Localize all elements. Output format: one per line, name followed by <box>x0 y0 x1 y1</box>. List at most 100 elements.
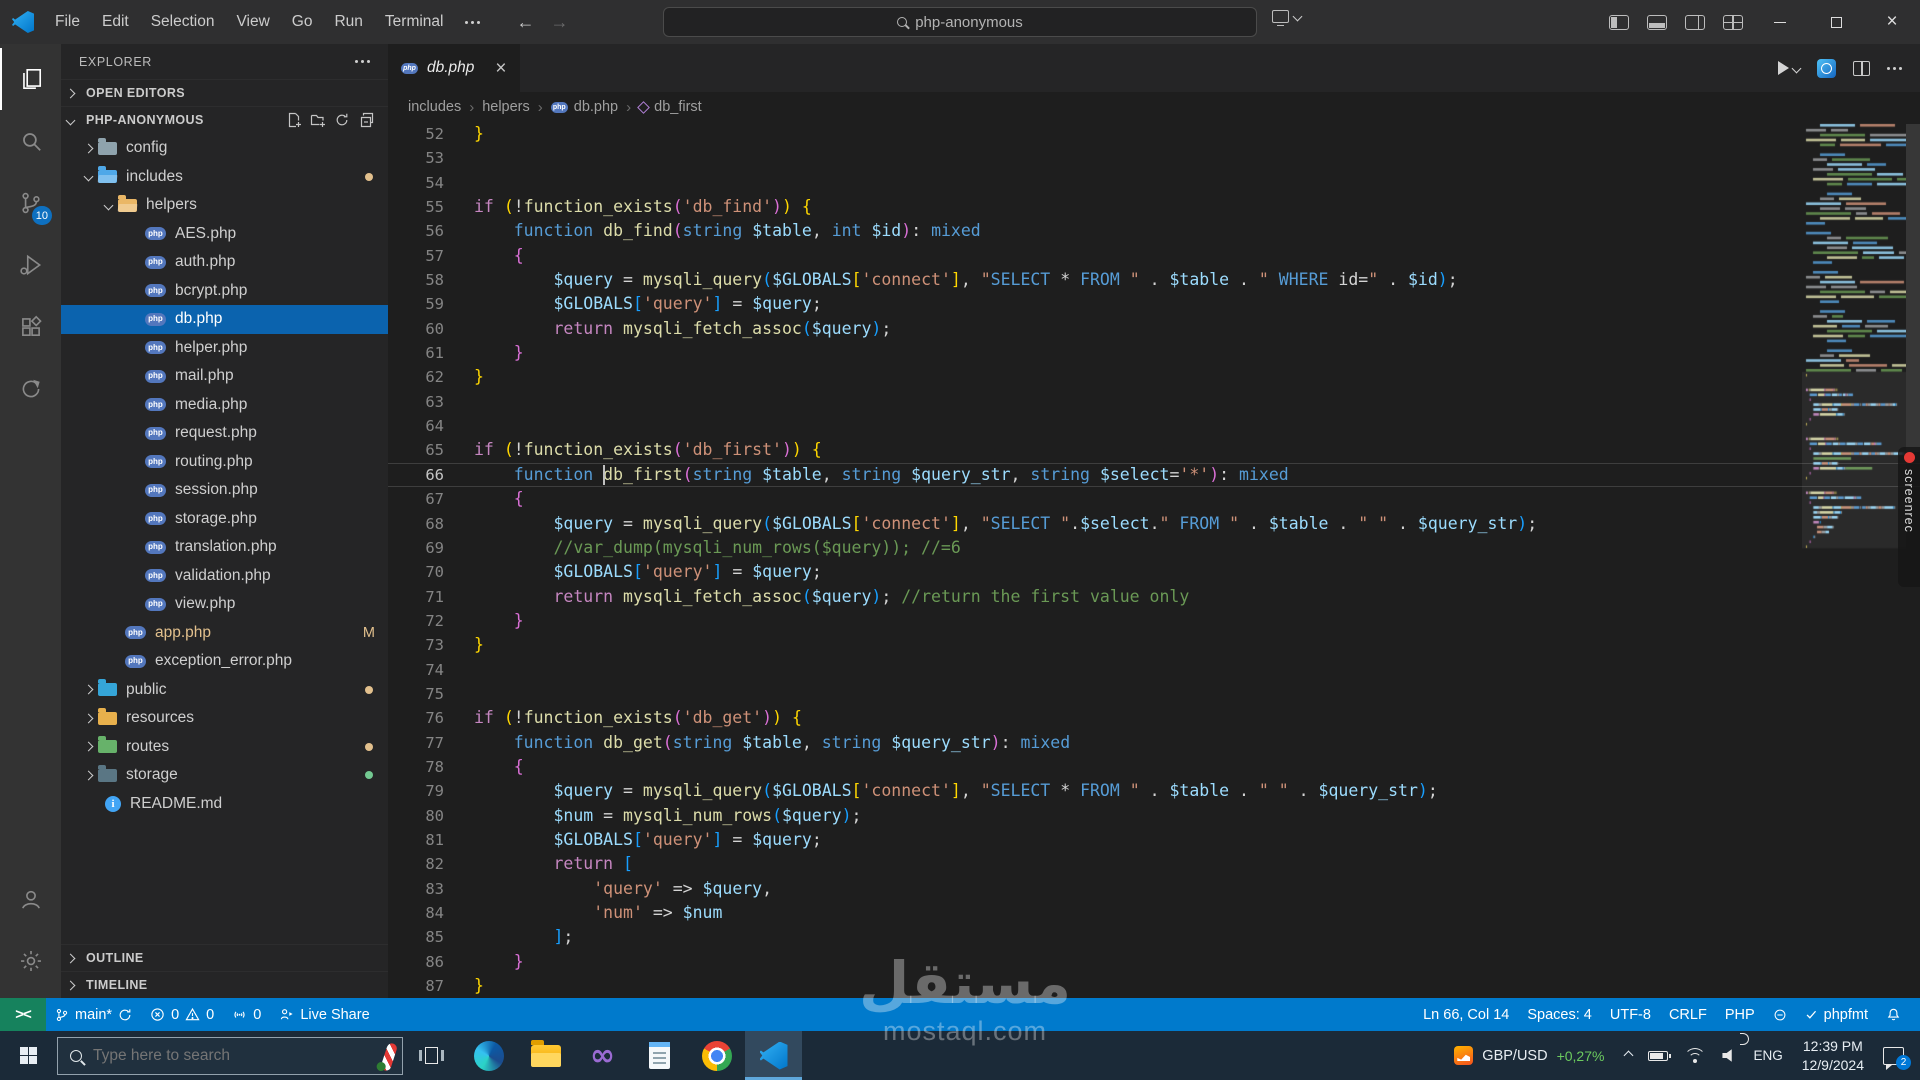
code-line-76[interactable]: 76 if (!function_exists('db_get')) { <box>388 706 1798 730</box>
code-line-54[interactable]: 54 <box>388 171 1798 195</box>
minimize-button[interactable] <box>1752 0 1808 44</box>
code-line-79[interactable]: 79 $query = mysqli_query($GLOBALS['conne… <box>388 779 1798 803</box>
line-number[interactable]: 70 <box>388 560 444 584</box>
tree-item-app-php[interactable]: app.php M <box>61 619 388 648</box>
code-editor[interactable]: 52} 53 54 55 if (!function_exists('db_find')… <box>388 122 1920 998</box>
sidebar-more-actions-button[interactable] <box>355 60 370 63</box>
tree-item-resources[interactable]: resources <box>61 704 388 733</box>
start-button[interactable] <box>0 1031 57 1080</box>
edge-app-button[interactable] <box>460 1031 517 1080</box>
line-number[interactable]: 86 <box>388 950 444 974</box>
breadcrumb-item-db-first[interactable]: db_first <box>637 99 702 115</box>
line-number[interactable]: 65 <box>388 438 444 462</box>
timeline-section[interactable]: TIMELINE <box>61 971 388 998</box>
line-number[interactable]: 77 <box>388 731 444 755</box>
code-line-86[interactable]: 86 } <box>388 950 1798 974</box>
menu-run[interactable]: Run <box>323 0 373 44</box>
code-line-53[interactable]: 53 <box>388 146 1798 170</box>
code-line-84[interactable]: 84 'num' => $num <box>388 901 1798 925</box>
breadcrumb-item-helpers[interactable]: helpers <box>482 99 530 115</box>
tree-item-includes[interactable]: includes <box>61 163 388 192</box>
line-number[interactable]: 74 <box>388 658 444 682</box>
clock[interactable]: 12:39 PM 12/9/2024 <box>1791 1037 1875 1073</box>
file-explorer-app-button[interactable] <box>517 1031 574 1080</box>
code-line-70[interactable]: 70 $GLOBALS['query'] = $query; <box>388 560 1798 584</box>
line-number[interactable]: 73 <box>388 633 444 657</box>
line-number[interactable]: 64 <box>388 414 444 438</box>
toggle-sidebar-icon[interactable] <box>1609 14 1629 30</box>
refresh-icon[interactable] <box>334 112 350 128</box>
line-number[interactable]: 71 <box>388 585 444 609</box>
battery-status[interactable] <box>1640 1031 1676 1080</box>
line-number[interactable]: 79 <box>388 779 444 803</box>
split-editor-icon[interactable] <box>1853 60 1870 76</box>
toggle-secondary-sidebar-icon[interactable] <box>1685 14 1705 30</box>
code-line-67[interactable]: 67 { <box>388 487 1798 511</box>
close-button[interactable]: × <box>1864 0 1920 44</box>
vscode-app-button[interactable] <box>745 1031 802 1080</box>
extension-status-item[interactable] <box>1764 998 1796 1031</box>
code-line-55[interactable]: 55 if (!function_exists('db_find')) { <box>388 195 1798 219</box>
encoding-item[interactable]: UTF-8 <box>1601 998 1660 1031</box>
activity-run-debug-button[interactable] <box>0 234 61 296</box>
code-line-69[interactable]: 69 //var_dump(mysqli_num_rows($query)); … <box>388 536 1798 560</box>
live-share-item[interactable]: Live Share <box>270 998 378 1031</box>
code-line-62[interactable]: 62} <box>388 365 1798 389</box>
line-number[interactable]: 55 <box>388 195 444 219</box>
code-line-52[interactable]: 52} <box>388 122 1798 146</box>
eol-item[interactable]: CRLF <box>1660 998 1716 1031</box>
breadcrumb-item-db-php[interactable]: db.php <box>550 99 618 115</box>
run-button[interactable] <box>1778 61 1802 75</box>
customize-layout-icon[interactable] <box>1723 14 1743 30</box>
tree-item-db-php[interactable]: db.php <box>61 305 388 334</box>
code-line-74[interactable]: 74 <box>388 658 1798 682</box>
tree-item-exception-error-php[interactable]: exception_error.php <box>61 647 388 676</box>
line-number[interactable]: 60 <box>388 317 444 341</box>
code-line-72[interactable]: 72 } <box>388 609 1798 633</box>
notepad-app-button[interactable] <box>631 1031 688 1080</box>
menu-edit[interactable]: Edit <box>91 0 140 44</box>
outline-section[interactable]: OUTLINE <box>61 944 388 971</box>
line-number[interactable]: 67 <box>388 487 444 511</box>
code-line-63[interactable]: 63 <box>388 390 1798 414</box>
line-number[interactable]: 80 <box>388 804 444 828</box>
code-line-61[interactable]: 61 } <box>388 341 1798 365</box>
line-number[interactable]: 69 <box>388 536 444 560</box>
line-number[interactable]: 57 <box>388 244 444 268</box>
nav-forward-button[interactable]: → <box>546 12 574 33</box>
network-status[interactable] <box>1676 1031 1714 1080</box>
menu-file[interactable]: File <box>44 0 91 44</box>
code-line-65[interactable]: 65 if (!function_exists('db_first')) { <box>388 438 1798 462</box>
code-line-58[interactable]: 58 $query = mysqli_query($GLOBALS['conne… <box>388 268 1798 292</box>
new-file-icon[interactable] <box>286 112 302 128</box>
command-center-search[interactable]: php-anonymous <box>663 7 1257 37</box>
maximize-button[interactable] <box>1808 0 1864 44</box>
tree-item-routing-php[interactable]: routing.php <box>61 448 388 477</box>
tree-item-public[interactable]: public <box>61 676 388 705</box>
line-number[interactable]: 66 <box>388 463 444 487</box>
line-number[interactable]: 81 <box>388 828 444 852</box>
code-line-82[interactable]: 82 return [ <box>388 852 1798 876</box>
git-branch-item[interactable]: main* <box>46 998 141 1031</box>
tree-item-view-php[interactable]: view.php <box>61 590 388 619</box>
line-number[interactable]: 75 <box>388 682 444 706</box>
tree-item-helpers[interactable]: helpers <box>61 191 388 220</box>
chrome-app-button[interactable] <box>688 1031 745 1080</box>
line-number[interactable]: 63 <box>388 390 444 414</box>
tree-item-aes-php[interactable]: AES.php <box>61 220 388 249</box>
line-number[interactable]: 82 <box>388 852 444 876</box>
line-number[interactable]: 58 <box>388 268 444 292</box>
notifications-item[interactable] <box>1877 998 1910 1031</box>
code-line-64[interactable]: 64 <box>388 414 1798 438</box>
line-number[interactable]: 54 <box>388 171 444 195</box>
task-view-button[interactable] <box>403 1031 460 1080</box>
code-line-83[interactable]: 83 'query' => $query, <box>388 877 1798 901</box>
line-number[interactable]: 76 <box>388 706 444 730</box>
problems-item[interactable]: 0 0 <box>141 998 223 1031</box>
php-server-icon[interactable] <box>1817 58 1836 78</box>
formatter-item[interactable]: phpfmt <box>1796 998 1877 1031</box>
code-line-80[interactable]: 80 $num = mysqli_num_rows($query); <box>388 804 1798 828</box>
open-editors-section[interactable]: OPEN EDITORS <box>61 79 388 106</box>
line-number[interactable]: 59 <box>388 292 444 316</box>
action-center-button[interactable]: 2 <box>1875 1031 1920 1080</box>
